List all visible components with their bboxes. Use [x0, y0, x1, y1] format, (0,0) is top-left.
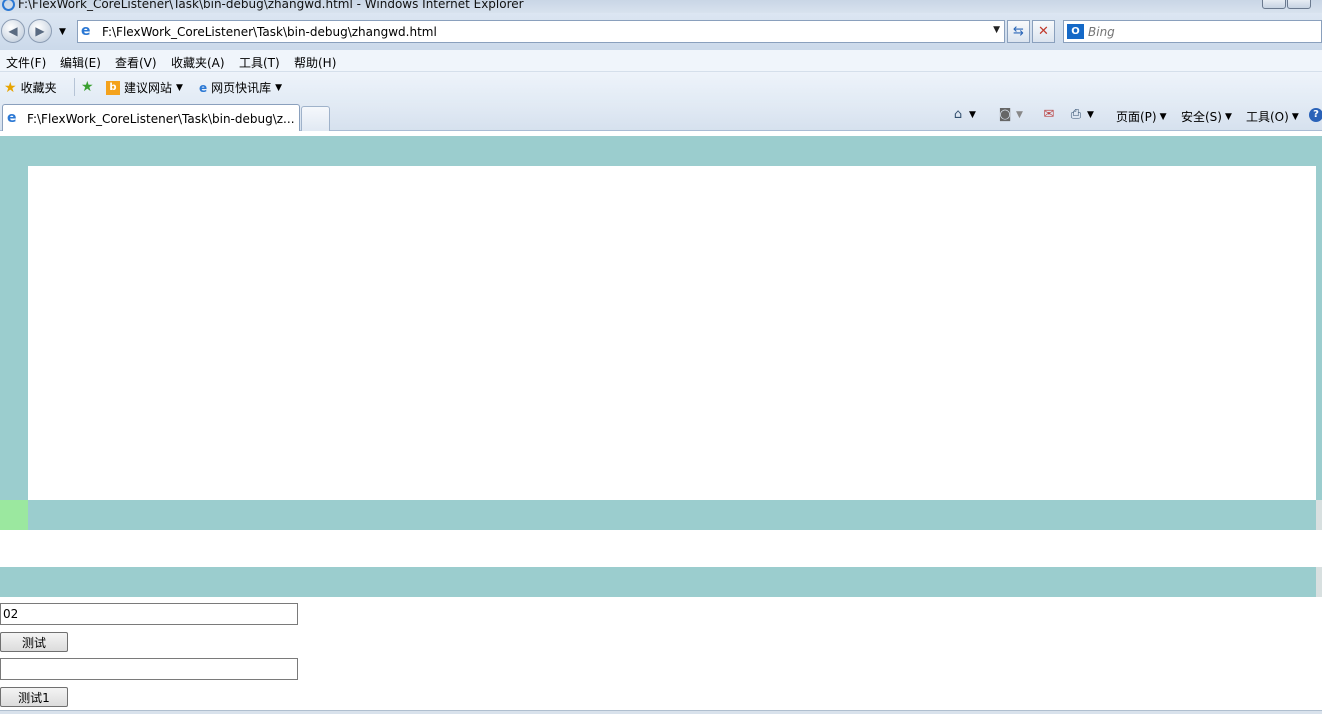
test1-button[interactable]: 测试1: [0, 687, 68, 707]
chevron-down-icon: ▼: [969, 110, 976, 120]
menu-edit[interactable]: 编辑(E): [60, 54, 101, 71]
address-bar[interactable]: e F:\FlexWork_CoreListener\Task\bin-debu…: [77, 20, 1005, 43]
forward-button[interactable]: ▶: [28, 19, 52, 43]
help-icon[interactable]: ?: [1309, 108, 1322, 122]
top-teal-band: [0, 136, 1322, 166]
right-teal-band: [1316, 166, 1322, 500]
home-button[interactable]: ⌂ ▼: [950, 108, 976, 122]
back-arrow-icon: ◀: [8, 24, 18, 38]
flash-content-panel: [28, 166, 1316, 500]
printer-icon: ⎙: [1070, 107, 1082, 122]
menu-help[interactable]: 帮助(H): [294, 54, 336, 71]
back-button[interactable]: ◀: [1, 19, 25, 43]
chevron-down-icon: ▼: [1224, 111, 1232, 122]
stop-button[interactable]: ✕: [1032, 20, 1055, 43]
favorites-star-icon: ★: [4, 79, 17, 96]
search-box[interactable]: O: [1063, 20, 1322, 43]
menu-tools[interactable]: 工具(T): [239, 54, 280, 71]
text-input-2[interactable]: [0, 658, 298, 680]
print-button[interactable]: ⎙ ▼: [1068, 108, 1094, 122]
add-to-favorites-bar-button[interactable]: ★: [81, 79, 94, 95]
tab-current[interactable]: e F:\FlexWork_CoreListener\Task\bin-debu…: [2, 104, 300, 131]
mail-icon: ✉: [1043, 107, 1055, 122]
tools-menu-label: 工具(O): [1246, 110, 1289, 124]
address-toolbar: ◀ ▶ ▼ e F:\FlexWork_CoreListener\Task\bi…: [0, 13, 1322, 50]
page-icon: e: [81, 23, 91, 39]
menu-view[interactable]: 查看(V): [115, 54, 157, 71]
page-menu-label: 页面(P): [1116, 110, 1157, 124]
test-button[interactable]: 测试: [0, 632, 68, 652]
page-menu-button[interactable]: 页面(P) ▼: [1116, 108, 1167, 125]
edge-strip: [1316, 500, 1322, 530]
home-icon: ⌂: [953, 107, 963, 122]
read-mail-button[interactable]: ✉: [1041, 108, 1057, 122]
favorites-label: 收藏夹: [20, 81, 57, 95]
minimize-button[interactable]: [1262, 0, 1286, 9]
text-input-1[interactable]: [0, 603, 298, 625]
refresh-button[interactable]: ⇆: [1007, 20, 1030, 43]
search-provider-icon: O: [1067, 24, 1084, 39]
window-title-bar: F:\FlexWork_CoreListener\Task\bin-debug\…: [0, 0, 1322, 13]
new-tab-button[interactable]: [301, 106, 330, 131]
page-content: 测试 测试1: [0, 132, 1322, 710]
feeds-button[interactable]: ◙ ▼: [997, 108, 1023, 122]
bottom-teal-band: [28, 500, 1316, 530]
safety-menu-button[interactable]: 安全(S) ▼: [1181, 108, 1232, 125]
menu-bar: 文件(F) 编辑(E) 查看(V) 收藏夹(A) 工具(T) 帮助(H): [0, 50, 1322, 72]
edge-strip: [1316, 567, 1322, 597]
favorites-separator: [74, 78, 75, 96]
menu-favorites[interactable]: 收藏夹(A): [171, 54, 225, 71]
safety-menu-label: 安全(S): [1181, 110, 1222, 124]
tools-menu-button[interactable]: 工具(O) ▼: [1246, 108, 1299, 125]
chevron-down-icon: ▼: [1016, 110, 1023, 120]
menu-file[interactable]: 文件(F): [6, 54, 46, 71]
window-title: F:\FlexWork_CoreListener\Task\bin-debug\…: [18, 0, 524, 11]
favorites-bar: ★ 收藏夹 ★ b 建议网站 ▼ e 网页快讯库 ▼: [0, 72, 1322, 102]
status-bar: [0, 710, 1322, 714]
second-teal-band: [0, 567, 1316, 597]
favorites-button[interactable]: ★ 收藏夹: [4, 79, 57, 96]
web-slice-gallery-label: 网页快讯库: [211, 81, 272, 95]
internet-explorer-icon: [2, 0, 15, 11]
chevron-down-icon: ▼: [1291, 111, 1299, 122]
green-block: [0, 500, 28, 530]
chevron-down-icon: ▼: [275, 82, 283, 93]
bing-icon: b: [106, 80, 120, 95]
address-dropdown-icon[interactable]: ▼: [993, 25, 1000, 35]
chevron-down-icon: ▼: [1087, 110, 1094, 120]
ie-page-icon: e: [199, 80, 208, 95]
chevron-down-icon: ▼: [176, 82, 183, 93]
web-slice-gallery-button[interactable]: e 网页快讯库 ▼: [199, 79, 282, 96]
left-teal-band: [0, 166, 28, 500]
suggested-sites-button[interactable]: b 建议网站 ▼: [106, 79, 183, 96]
add-favorite-icon: ★: [81, 79, 94, 95]
tab-row: e F:\FlexWork_CoreListener\Task\bin-debu…: [0, 102, 1322, 131]
tab-label: F:\FlexWork_CoreListener\Task\bin-debug\…: [27, 112, 295, 126]
suggested-sites-label: 建议网站: [124, 81, 173, 95]
search-input[interactable]: [1088, 23, 1308, 40]
history-dropdown-icon[interactable]: ▼: [59, 27, 66, 37]
address-url[interactable]: F:\FlexWork_CoreListener\Task\bin-debug\…: [102, 25, 437, 39]
tab-page-icon: e: [7, 110, 17, 126]
rss-feed-icon: ◙: [998, 107, 1012, 122]
chevron-down-icon: ▼: [1159, 111, 1167, 122]
forward-arrow-icon: ▶: [35, 24, 45, 38]
maximize-button[interactable]: [1287, 0, 1311, 9]
